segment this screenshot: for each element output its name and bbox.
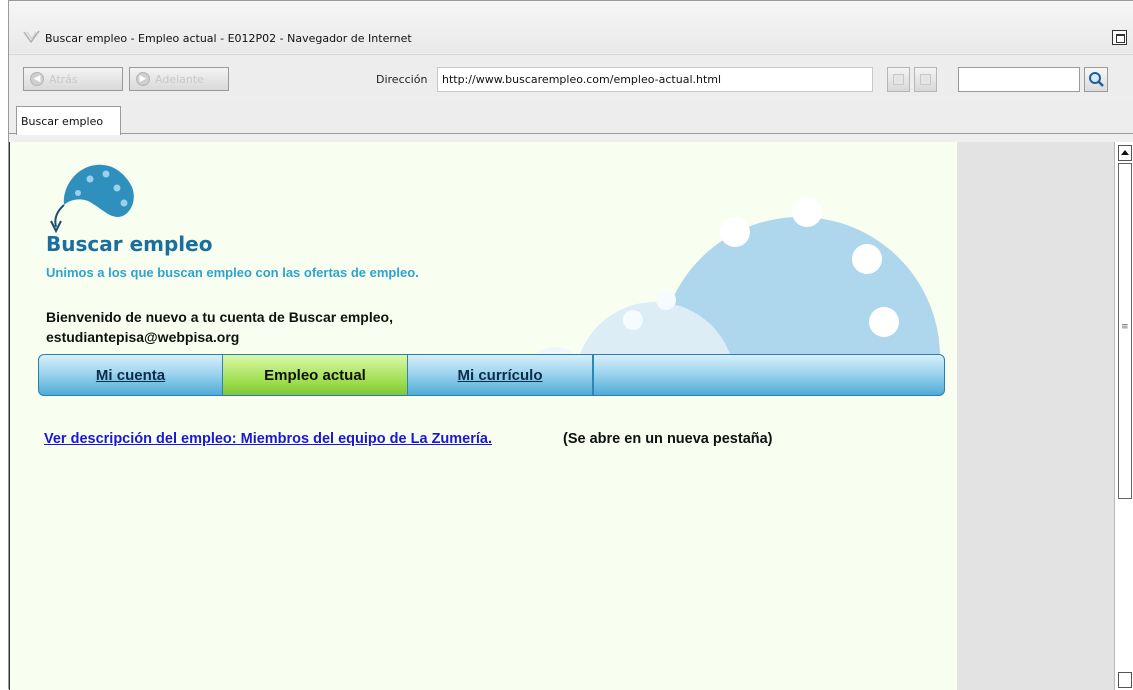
user-email: estudiantepisa@webpisa.org [46, 329, 240, 345]
back-arrow-icon: ◀ [30, 72, 44, 86]
tab-bar: Buscar empleo [9, 97, 1133, 135]
web-page: Buscar empleo Unimos a los que buscan em… [9, 142, 957, 690]
navigation-bar: ◀ Atrás ▶ Adelante Dirección http://www.… [9, 54, 1133, 96]
scroll-thumb[interactable] [1118, 163, 1132, 499]
back-label: Atrás [49, 72, 78, 86]
tab-buscar-empleo[interactable]: Buscar empleo [16, 106, 121, 135]
back-button[interactable]: ◀ Atrás [23, 67, 123, 91]
address-label: Dirección [376, 73, 428, 86]
title-bar: Buscar empleo - Empleo actual - E012P02 … [9, 1, 1133, 53]
welcome-message: Bienvenido de nuevo a tu cuenta de Busca… [46, 307, 393, 347]
browser-window: Buscar empleo - Empleo actual - E012P02 … [8, 0, 1133, 690]
scroll-down-button[interactable] [1118, 672, 1132, 688]
site-title: Buscar empleo [46, 232, 213, 256]
job-description-link[interactable]: Ver descripción del empleo: Miembros del… [44, 431, 492, 447]
page-margin [957, 142, 1114, 690]
site-tagline: Unimos a los que buscan empleo con las o… [46, 265, 419, 280]
forward-label: Adelante [155, 72, 204, 86]
forward-button[interactable]: ▶ Adelante [129, 67, 229, 91]
paste-icon [920, 74, 931, 85]
forward-arrow-icon: ▶ [136, 72, 150, 86]
maximize-button[interactable] [1112, 30, 1127, 45]
search-input[interactable] [958, 67, 1080, 92]
welcome-line-1: Bienvenido de nuevo a tu cuenta de Busca… [46, 309, 393, 325]
copy-button[interactable] [887, 67, 910, 92]
decorative-bubbles [529, 197, 940, 362]
browser-logo-icon [23, 30, 40, 44]
copy-icon [893, 74, 904, 85]
vertical-scrollbar[interactable] [1114, 142, 1133, 690]
search-icon [1089, 72, 1104, 87]
site-menu: Mi cuenta Empleo actual Mi currículo [38, 354, 945, 396]
menu-tab-empleo-actual[interactable]: Empleo actual [222, 355, 408, 395]
window-title: Buscar empleo - Empleo actual - E012P02 … [45, 32, 412, 45]
site-logo-icon [50, 164, 134, 234]
browser-viewport: Buscar empleo Unimos a los que buscan em… [9, 142, 1133, 690]
paste-button[interactable] [914, 67, 937, 92]
search-button[interactable] [1084, 67, 1108, 92]
address-input[interactable]: http://www.buscarempleo.com/empleo-actua… [437, 67, 873, 92]
scroll-up-button[interactable] [1118, 145, 1132, 161]
new-tab-note: (Se abre en un nueva pestaña) [563, 431, 773, 447]
menu-tab-mi-cuenta[interactable]: Mi cuenta [39, 355, 222, 395]
menu-tab-mi-curriculo[interactable]: Mi currículo [408, 355, 594, 395]
